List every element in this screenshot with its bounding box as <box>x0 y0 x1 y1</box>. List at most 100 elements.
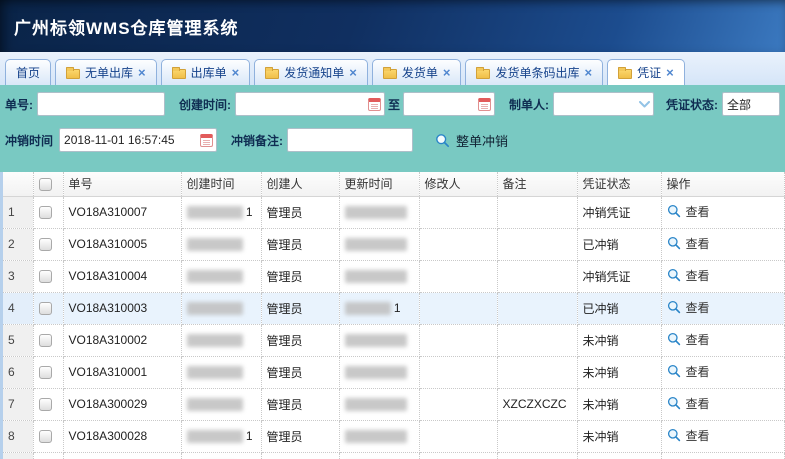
redacted-timestamp <box>345 270 407 283</box>
remark-cell <box>497 420 577 452</box>
row-index: 1 <box>3 196 33 228</box>
col-header-action: 操作 <box>661 172 785 196</box>
table-row[interactable]: 5VO18A310002管理员未冲销查看 <box>3 324 785 356</box>
status-cell: 未冲销 <box>577 452 661 459</box>
action-cell: 查看 <box>661 420 785 452</box>
updated-time-cell <box>339 420 419 452</box>
table-row[interactable]: 8VO18A300028 1管理员未冲销查看 <box>3 420 785 452</box>
row-index: 3 <box>3 260 33 292</box>
tab-首页[interactable]: 首页 <box>5 59 51 85</box>
close-icon[interactable]: × <box>232 66 240 79</box>
tab-bar: 首页无单出库×出库单×发货通知单×发货单×发货单条码出库×凭证× <box>0 52 785 85</box>
calendar-icon[interactable] <box>368 98 381 111</box>
view-link[interactable]: 查看 <box>667 267 710 284</box>
table-row[interactable]: 1VO18A310007 1管理员冲销凭证查看 <box>3 196 785 228</box>
view-link[interactable]: 查看 <box>667 331 710 348</box>
row-index: 9 <box>3 452 33 459</box>
row-index: 7 <box>3 388 33 420</box>
view-link-label: 查看 <box>686 363 710 380</box>
view-link[interactable]: 查看 <box>667 299 710 316</box>
writeoff-time-input[interactable] <box>59 128 217 152</box>
created-time-cell: 1 <box>181 420 261 452</box>
order-no-label: 单号: <box>5 96 33 113</box>
creator-cell: 管理员 <box>261 388 339 420</box>
calendar-icon[interactable] <box>200 134 213 147</box>
close-icon[interactable]: × <box>443 66 451 79</box>
status-cell: 已冲销 <box>577 228 661 260</box>
row-checkbox[interactable] <box>39 270 52 283</box>
table-row[interactable]: 4VO18A310003管理员 1已冲销查看 <box>3 292 785 324</box>
tab-label: 出库单 <box>191 64 227 81</box>
search-icon <box>667 268 681 282</box>
calendar-icon[interactable] <box>478 98 491 111</box>
creator-cell: 管理员 <box>261 452 339 459</box>
folder-icon <box>66 69 80 79</box>
close-icon[interactable]: × <box>584 66 592 79</box>
view-link-label: 查看 <box>686 235 710 252</box>
tab-无单出库[interactable]: 无单出库× <box>55 59 157 85</box>
row-checkbox[interactable] <box>39 430 52 443</box>
row-checkbox[interactable] <box>39 334 52 347</box>
modifier-cell <box>419 356 497 388</box>
filter-row-2: 冲销时间 冲销备注: 整单冲销 <box>5 128 780 152</box>
table-row[interactable]: 3VO18A310004管理员冲销凭证查看 <box>3 260 785 292</box>
action-cell: 查看 <box>661 356 785 388</box>
created-time-from-input[interactable] <box>235 92 385 116</box>
view-link[interactable]: 查看 <box>667 427 710 444</box>
close-icon[interactable]: × <box>666 66 674 79</box>
table-row[interactable]: 9VO18A3000272( 0 1管理员 0 30未冲销查看 <box>3 452 785 459</box>
action-cell: 查看 <box>661 324 785 356</box>
col-header-remark: 备注 <box>497 172 577 196</box>
select-all-checkbox[interactable] <box>39 178 52 191</box>
row-checkbox[interactable] <box>39 206 52 219</box>
writeoff-button-label: 整单冲销 <box>456 131 508 150</box>
creator-cell: 管理员 <box>261 356 339 388</box>
writeoff-remark-input[interactable] <box>287 128 413 152</box>
row-index: 5 <box>3 324 33 356</box>
created-time-cell <box>181 324 261 356</box>
writeoff-whole-order-button[interactable]: 整单冲销 <box>435 131 508 150</box>
tab-发货单条码出库[interactable]: 发货单条码出库× <box>465 59 603 85</box>
row-checkbox[interactable] <box>39 398 52 411</box>
col-header-order-no: 单号 <box>63 172 181 196</box>
close-icon[interactable]: × <box>349 66 357 79</box>
maker-select[interactable] <box>553 92 654 116</box>
status-cell: 未冲销 <box>577 324 661 356</box>
tab-出库单[interactable]: 出库单 × <box>161 59 251 85</box>
action-cell: 查看 <box>661 228 785 260</box>
view-link[interactable]: 查看 <box>667 395 710 412</box>
table-row[interactable]: 2VO18A310005管理员已冲销查看 <box>3 228 785 260</box>
status-cell: 冲销凭证 <box>577 196 661 228</box>
order-no-cell: VO18A300029 <box>63 388 181 420</box>
tab-发货单[interactable]: 发货单× <box>372 59 462 85</box>
row-checkbox[interactable] <box>39 366 52 379</box>
table-row[interactable]: 7VO18A300029管理员XZCZXCZC未冲销查看 <box>3 388 785 420</box>
view-link[interactable]: 查看 <box>667 235 710 252</box>
tab-凭证[interactable]: 凭证× <box>607 59 685 85</box>
to-label: 至 <box>388 96 400 113</box>
tab-发货通知单[interactable]: 发货通知单 × <box>254 59 368 85</box>
created-time-cell <box>181 260 261 292</box>
tab-label: 首页 <box>16 64 40 81</box>
voucher-status-select[interactable] <box>722 92 780 116</box>
created-time-cell <box>181 356 261 388</box>
row-checkbox[interactable] <box>39 238 52 251</box>
modifier-cell <box>419 292 497 324</box>
table-row[interactable]: 6VO18A310001管理员未冲销查看 <box>3 356 785 388</box>
search-icon <box>667 300 681 314</box>
creator-cell: 管理员 <box>261 324 339 356</box>
search-icon <box>667 428 681 442</box>
remark-cell <box>497 292 577 324</box>
view-link-label: 查看 <box>686 299 710 316</box>
redacted-timestamp <box>187 430 243 443</box>
updated-time-cell <box>339 196 419 228</box>
order-no-cell: VO18A300027 <box>63 452 181 459</box>
order-no-input[interactable] <box>37 92 165 116</box>
close-icon[interactable]: × <box>138 66 146 79</box>
redacted-timestamp <box>187 270 243 283</box>
tab-label: 发货通知单 <box>284 64 344 81</box>
view-link[interactable]: 查看 <box>667 203 710 220</box>
app-title: 广州标领WMS仓库管理系统 <box>0 14 239 39</box>
view-link[interactable]: 查看 <box>667 363 710 380</box>
row-checkbox[interactable] <box>39 302 52 315</box>
